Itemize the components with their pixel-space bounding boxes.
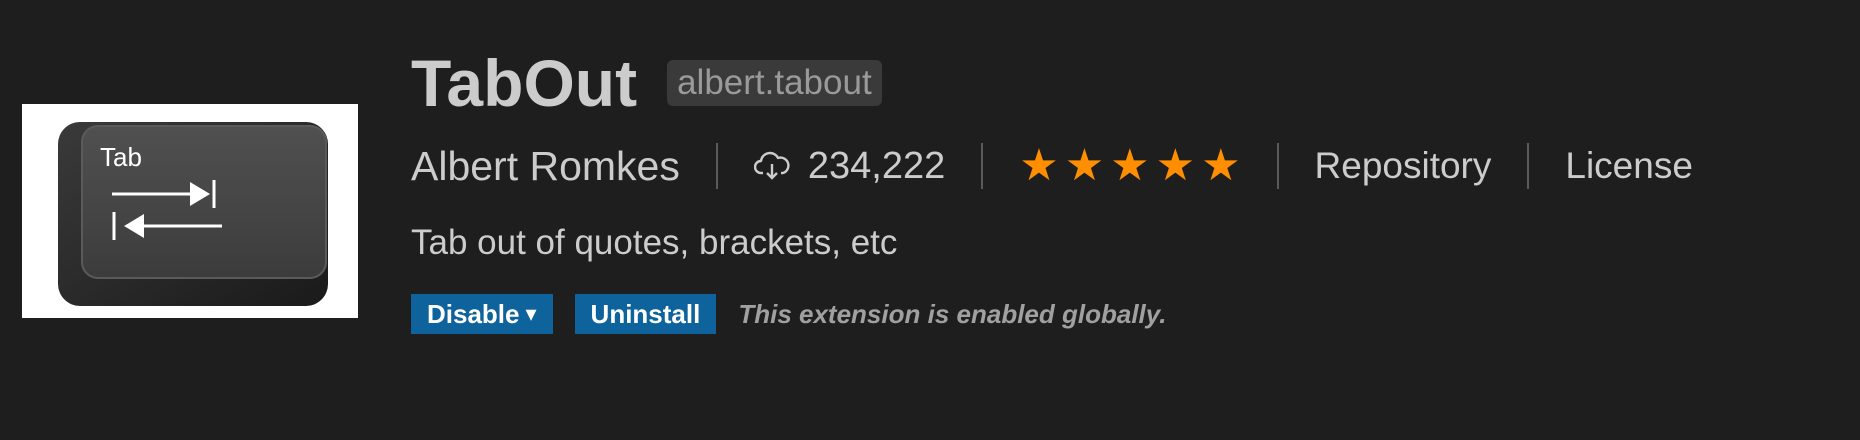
cloud-download-icon	[753, 151, 790, 181]
action-bar: Disable ▾ Uninstall This extension is en…	[411, 294, 1820, 334]
divider	[981, 143, 984, 189]
divider	[1276, 143, 1279, 189]
meta-row: Albert Romkes 234,222 ★ ★ ★ ★ ★ Reposito…	[411, 134, 1820, 198]
divider	[1527, 143, 1530, 189]
star-icon: ★	[1155, 141, 1196, 190]
tab-key-image: Tab	[58, 122, 328, 306]
install-count-value: 234,222	[807, 144, 946, 187]
chevron-down-icon: ▾	[525, 301, 537, 326]
star-icon: ★	[1064, 141, 1105, 190]
license-link[interactable]: License	[1565, 145, 1693, 187]
extension-identifier: albert.tabout	[667, 60, 882, 106]
extension-details: TabOut albert.tabout Albert Romkes 234,2…	[411, 42, 1820, 334]
repository-link[interactable]: Repository	[1315, 145, 1492, 187]
status-text: This extension is enabled globally.	[738, 298, 1167, 329]
uninstall-button[interactable]: Uninstall	[574, 294, 717, 334]
disable-button-label: Disable	[427, 299, 520, 329]
star-icon: ★	[1201, 141, 1241, 190]
rating-stars[interactable]: ★ ★ ★ ★ ★	[1019, 144, 1240, 188]
extension-page: Tab TabOut albert.tabout Albert Romkes 2…	[0, 0, 1860, 440]
install-count: 234,222	[753, 144, 946, 188]
star-icon: ★	[1019, 141, 1059, 190]
disable-button[interactable]: Disable ▾	[411, 294, 553, 334]
extension-title: TabOut	[411, 46, 638, 120]
extension-logo: Tab	[22, 104, 358, 318]
divider	[715, 143, 718, 189]
key-label: Tab	[100, 142, 142, 172]
publisher-link[interactable]: Albert Romkes	[411, 143, 680, 190]
extension-description: Tab out of quotes, brackets, etc	[411, 223, 898, 262]
star-icon: ★	[1110, 141, 1150, 190]
title-row: TabOut albert.tabout	[411, 42, 1820, 124]
